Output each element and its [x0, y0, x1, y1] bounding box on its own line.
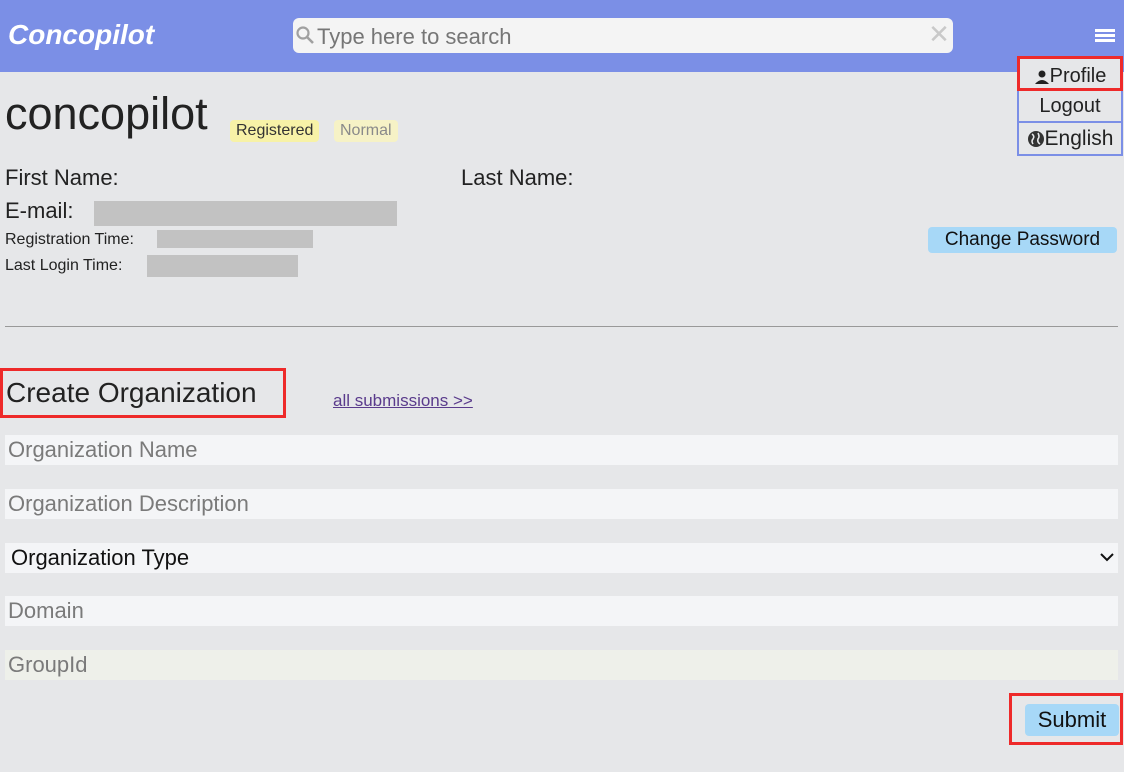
- user-dropdown-menu: Profile Logout English: [1017, 56, 1124, 156]
- status-badge-normal: Normal: [334, 120, 398, 142]
- chevron-down-icon: [1100, 553, 1114, 562]
- email-value-redacted: [94, 201, 397, 226]
- groupid-input[interactable]: GroupId: [5, 650, 1118, 680]
- organization-name-input[interactable]: Organization Name: [5, 435, 1118, 465]
- search-icon: [296, 26, 314, 44]
- registration-time-label: Registration Time:: [5, 231, 134, 248]
- last-name-label: Last Name:: [461, 165, 574, 190]
- search-box[interactable]: Type here to search ✕: [293, 18, 953, 53]
- search-input[interactable]: Type here to search: [317, 24, 511, 50]
- organization-type-select[interactable]: Organization Type: [5, 543, 1118, 573]
- menu-item-profile-label: Profile: [1049, 65, 1107, 87]
- organization-type-selected: Organization Type: [11, 545, 190, 570]
- registration-time-redacted: [157, 230, 313, 248]
- email-label: E-mail:: [5, 198, 74, 223]
- submit-highlight: Submit: [1009, 693, 1123, 745]
- section-divider: [5, 326, 1118, 327]
- status-badge-registered: Registered: [230, 120, 320, 142]
- domain-input[interactable]: Domain: [5, 596, 1118, 626]
- menu-item-logout-label: Logout: [1039, 95, 1101, 117]
- hamburger-menu-icon[interactable]: [1095, 29, 1115, 45]
- create-organization-heading: Create Organization: [0, 368, 286, 418]
- organization-description-input[interactable]: Organization Description: [5, 489, 1118, 519]
- menu-item-language[interactable]: English: [1017, 123, 1123, 156]
- globe-icon: [1027, 131, 1044, 148]
- page-title: concopilot: [5, 88, 208, 139]
- brand-logo[interactable]: Concopilot: [8, 19, 154, 51]
- change-password-button[interactable]: Change Password: [928, 227, 1117, 253]
- menu-item-logout[interactable]: Logout: [1017, 91, 1123, 123]
- user-icon: [1034, 70, 1049, 84]
- menu-item-profile[interactable]: Profile: [1017, 56, 1123, 91]
- all-submissions-link[interactable]: all submissions >>: [333, 391, 473, 411]
- last-login-time-label: Last Login Time:: [5, 257, 123, 274]
- menu-item-language-label: English: [1044, 127, 1114, 150]
- clear-search-icon[interactable]: ✕: [927, 21, 951, 47]
- first-name-label: First Name:: [5, 165, 119, 190]
- last-login-time-redacted: [147, 255, 298, 277]
- submit-button[interactable]: Submit: [1025, 704, 1119, 736]
- top-bar: Concopilot Type here to search ✕: [0, 0, 1124, 72]
